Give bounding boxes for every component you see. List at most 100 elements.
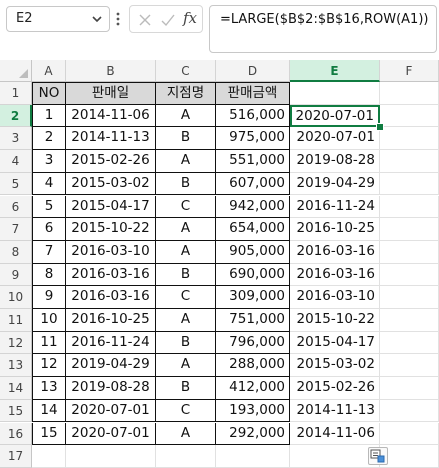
cell-a17[interactable] — [32, 445, 66, 468]
column-header-c[interactable]: C — [156, 60, 216, 82]
cell-f1[interactable] — [380, 82, 439, 105]
table-data-cell[interactable]: 2016-11-24 — [66, 331, 156, 355]
table-data-cell[interactable]: 292,000 — [216, 422, 290, 446]
table-header-cell[interactable]: NO — [32, 82, 66, 105]
table-data-cell[interactable]: 942,000 — [216, 195, 290, 219]
table-data-cell[interactable]: 3 — [32, 150, 66, 173]
row-header-8[interactable]: 8 — [0, 240, 32, 264]
table-data-cell[interactable]: 975,000 — [216, 127, 290, 151]
table-data-cell[interactable]: 751,000 — [216, 309, 290, 332]
cell-f5[interactable] — [380, 172, 439, 196]
result-cell[interactable]: 2015-02-26 — [290, 377, 380, 400]
table-data-cell[interactable]: 11 — [32, 331, 66, 355]
result-cell[interactable]: 2016-03-16 — [290, 240, 380, 264]
more-options-icon[interactable] — [115, 10, 121, 28]
chevron-down-icon[interactable] — [91, 12, 103, 26]
result-cell[interactable]: 2014-11-06 — [290, 422, 380, 446]
row-header-5[interactable]: 5 — [0, 172, 32, 196]
table-data-cell[interactable]: 2016-03-10 — [66, 240, 156, 264]
formula-input[interactable]: =LARGE($B$2:$B$16,ROW(A1)) — [209, 5, 437, 53]
column-header-a[interactable]: A — [32, 60, 66, 82]
table-data-cell[interactable]: A — [156, 104, 216, 128]
table-data-cell[interactable]: 690,000 — [216, 263, 290, 287]
table-data-cell[interactable]: A — [156, 422, 216, 446]
table-data-cell[interactable]: 5 — [32, 195, 66, 219]
table-data-cell[interactable]: B — [156, 127, 216, 151]
result-cell[interactable]: 2020-07-01 — [290, 127, 380, 151]
table-data-cell[interactable]: C — [156, 286, 216, 309]
table-data-cell[interactable]: 2016-03-16 — [66, 286, 156, 309]
table-data-cell[interactable]: 2015-03-02 — [66, 172, 156, 196]
table-data-cell[interactable]: A — [156, 218, 216, 241]
table-data-cell[interactable]: 193,000 — [216, 399, 290, 423]
result-cell[interactable]: 2019-08-28 — [290, 150, 380, 173]
result-cell[interactable]: 2016-11-24 — [290, 195, 380, 219]
auto-fill-options-button[interactable] — [368, 447, 388, 466]
column-header-d[interactable]: D — [216, 60, 290, 82]
row-header-6[interactable]: 6 — [0, 195, 32, 219]
table-data-cell[interactable]: 654,000 — [216, 218, 290, 241]
cell-f3[interactable] — [380, 127, 439, 151]
insert-function-icon[interactable]: fx — [183, 9, 197, 27]
result-cell[interactable]: 2016-03-10 — [290, 286, 380, 309]
table-data-cell[interactable]: A — [156, 240, 216, 264]
column-header-b[interactable]: B — [66, 60, 156, 82]
row-header-17[interactable]: 17 — [0, 445, 32, 468]
table-data-cell[interactable]: 2014-11-13 — [66, 127, 156, 151]
table-data-cell[interactable]: 288,000 — [216, 354, 290, 378]
table-data-cell[interactable]: 2019-04-29 — [66, 354, 156, 378]
table-data-cell[interactable]: 607,000 — [216, 172, 290, 196]
cell-f17[interactable] — [380, 445, 439, 468]
cancel-icon[interactable] — [138, 13, 152, 27]
table-data-cell[interactable]: 2020-07-01 — [66, 399, 156, 423]
select-all-corner[interactable] — [0, 60, 32, 82]
table-data-cell[interactable]: 12 — [32, 354, 66, 378]
cell-e17[interactable] — [290, 445, 380, 468]
table-data-cell[interactable]: 14 — [32, 399, 66, 423]
cell-f11[interactable] — [380, 309, 439, 332]
table-data-cell[interactable]: 2016-03-16 — [66, 263, 156, 287]
table-data-cell[interactable]: 7 — [32, 240, 66, 264]
active-cell[interactable]: 2020-07-01 — [290, 104, 380, 128]
row-header-11[interactable]: 11 — [0, 309, 32, 332]
table-data-cell[interactable]: 8 — [32, 263, 66, 287]
result-cell[interactable]: 2015-03-02 — [290, 354, 380, 378]
table-data-cell[interactable]: B — [156, 263, 216, 287]
table-data-cell[interactable]: A — [156, 309, 216, 332]
table-data-cell[interactable]: 905,000 — [216, 240, 290, 264]
row-header-16[interactable]: 16 — [0, 422, 32, 446]
table-data-cell[interactable]: 2014-11-06 — [66, 104, 156, 128]
table-data-cell[interactable]: B — [156, 331, 216, 355]
table-header-cell[interactable]: 판매일 — [66, 82, 156, 105]
result-cell[interactable]: 2016-10-25 — [290, 218, 380, 241]
table-data-cell[interactable]: C — [156, 195, 216, 219]
table-data-cell[interactable]: 516,000 — [216, 104, 290, 128]
cell-f12[interactable] — [380, 331, 439, 355]
row-header-2[interactable]: 2 — [0, 104, 32, 128]
row-header-13[interactable]: 13 — [0, 354, 32, 378]
cell-f13[interactable] — [380, 354, 439, 378]
table-data-cell[interactable]: 2015-04-17 — [66, 195, 156, 219]
table-data-cell[interactable]: 4 — [32, 172, 66, 196]
table-data-cell[interactable]: 2019-08-28 — [66, 377, 156, 400]
cell-b17[interactable] — [66, 445, 156, 468]
table-data-cell[interactable]: 1 — [32, 104, 66, 128]
row-header-1[interactable]: 1 — [0, 82, 32, 105]
row-header-14[interactable]: 14 — [0, 377, 32, 400]
cell-f9[interactable] — [380, 263, 439, 287]
row-header-9[interactable]: 9 — [0, 263, 32, 287]
cell-f14[interactable] — [380, 377, 439, 400]
table-data-cell[interactable]: B — [156, 377, 216, 400]
table-data-cell[interactable]: 2015-02-26 — [66, 150, 156, 173]
table-data-cell[interactable]: 412,000 — [216, 377, 290, 400]
table-data-cell[interactable]: 2020-07-01 — [66, 422, 156, 446]
cell-f15[interactable] — [380, 399, 439, 423]
table-data-cell[interactable]: 551,000 — [216, 150, 290, 173]
result-cell[interactable]: 2015-10-22 — [290, 309, 380, 332]
table-header-cell[interactable]: 판매금액 — [216, 82, 290, 105]
table-data-cell[interactable]: 9 — [32, 286, 66, 309]
table-data-cell[interactable]: 796,000 — [216, 331, 290, 355]
table-data-cell[interactable]: 13 — [32, 377, 66, 400]
name-box[interactable]: E2 — [6, 6, 110, 32]
table-data-cell[interactable]: 6 — [32, 218, 66, 241]
